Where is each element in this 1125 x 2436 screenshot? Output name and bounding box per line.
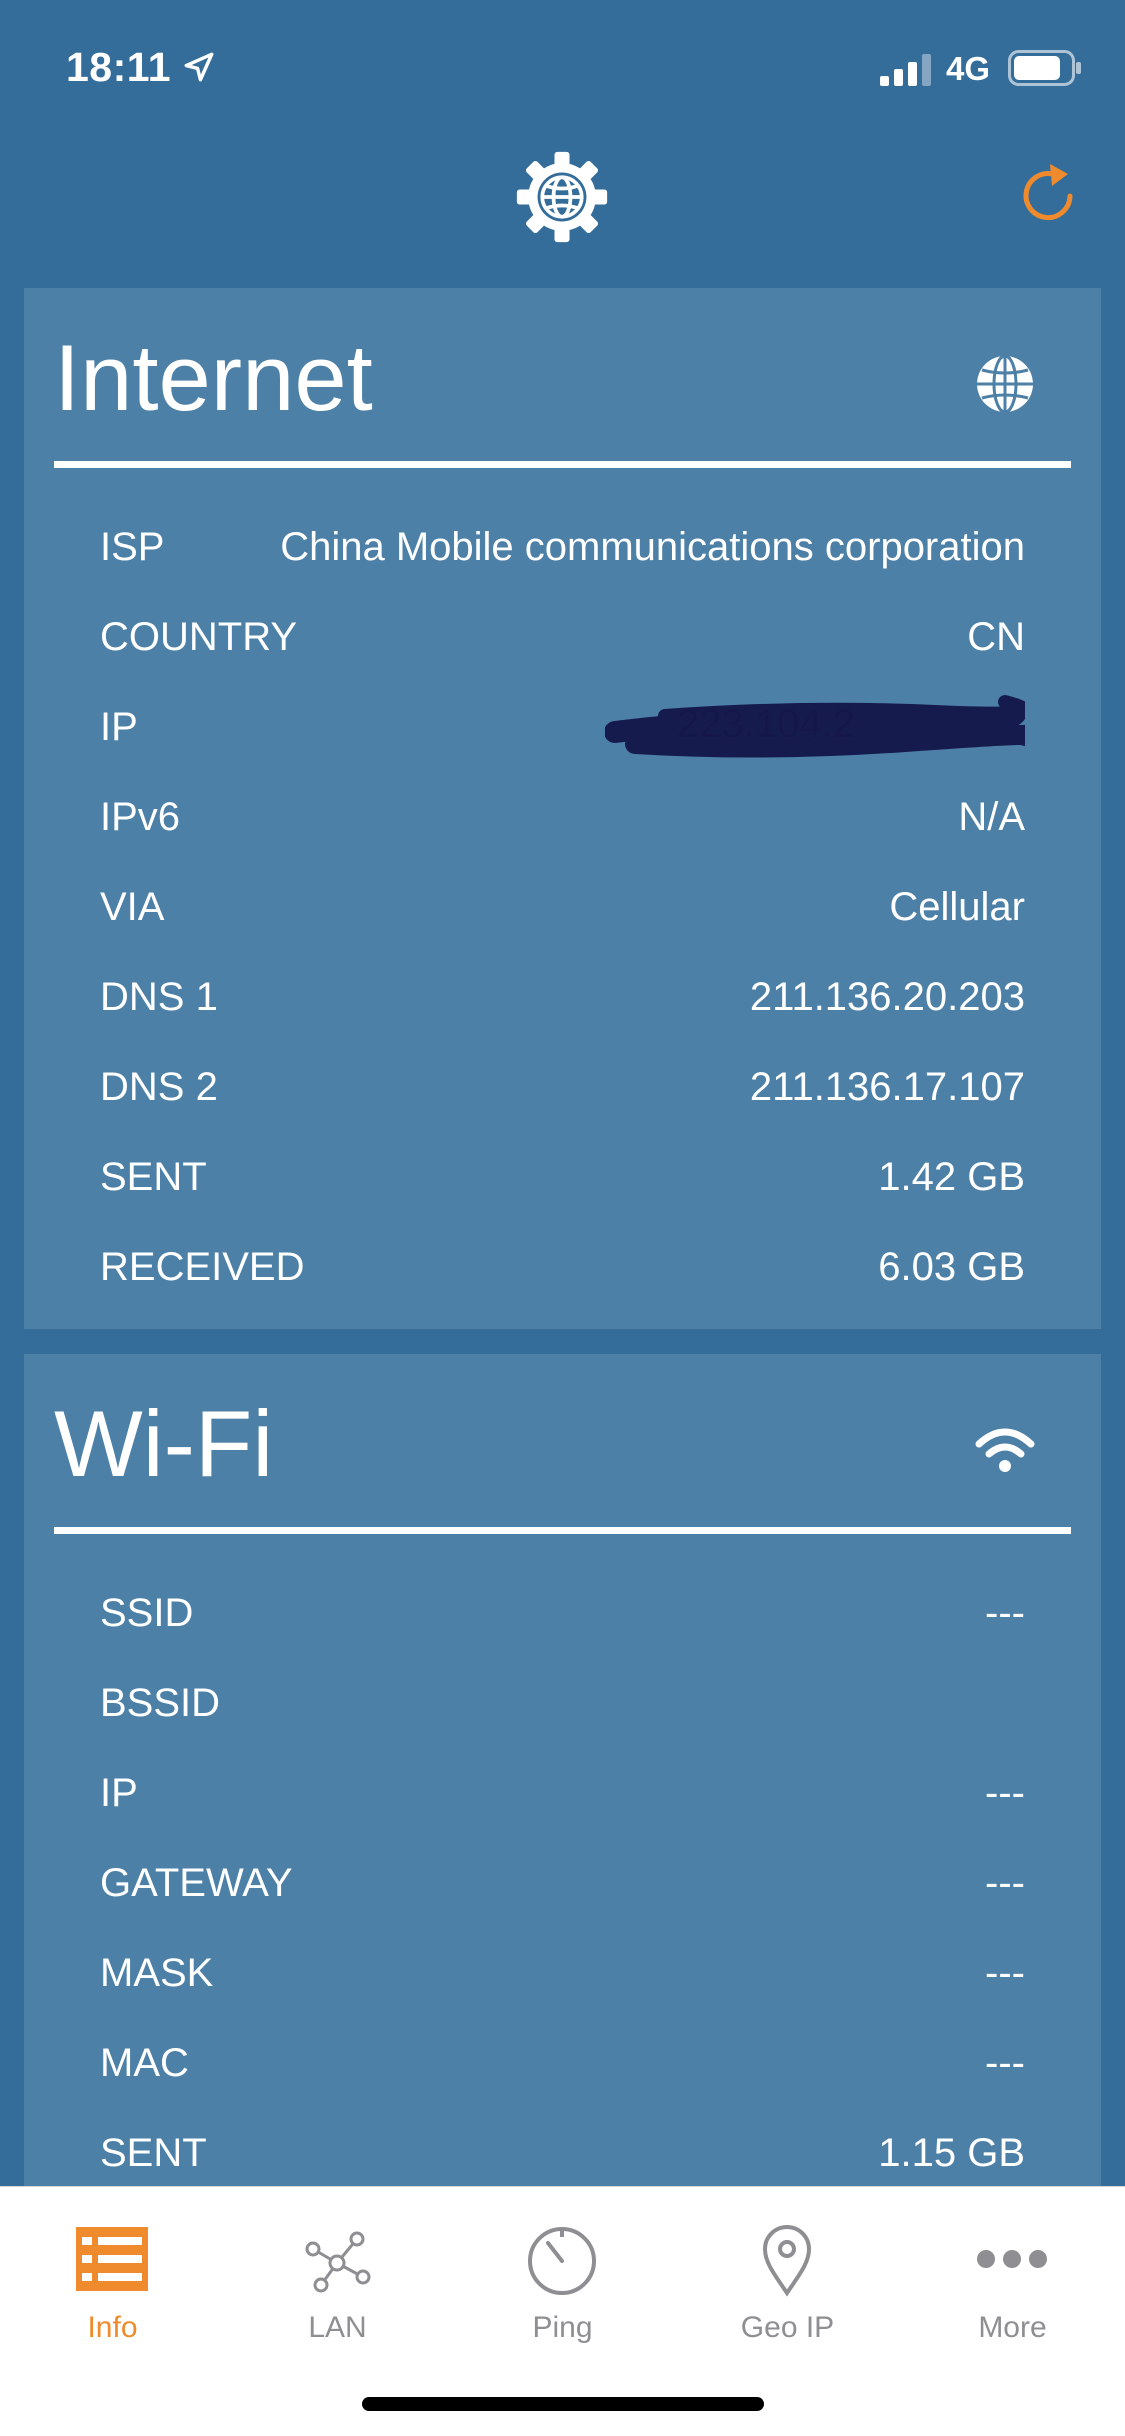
received-row: RECEIVED 6.03 GB [100, 1222, 1025, 1312]
country-value: CN [967, 614, 1025, 659]
wifi-info-list: SSID --- BSSID IP --- GATEWAY --- MASK -… [100, 1568, 1025, 2198]
wifi-title: Wi-Fi [54, 1391, 274, 1496]
mac-row: MAC --- [100, 2018, 1025, 2108]
location-pin-icon [762, 2225, 812, 2297]
isp-row: ISP China Mobile communications corporat… [100, 502, 1025, 592]
dns1-label: DNS 1 [100, 974, 218, 1019]
gauge-icon [528, 2227, 596, 2295]
sent-label: SENT [100, 1154, 207, 1199]
sent-row: SENT 1.42 GB [100, 1132, 1025, 1222]
dns2-row: DNS 2 211.136.17.107 [100, 1042, 1025, 1132]
ssid-value: --- [985, 1590, 1025, 1635]
wifi-sent-label: SENT [100, 2130, 207, 2175]
country-label: COUNTRY [100, 614, 298, 659]
wifi-ip-value: --- [985, 1770, 1025, 1815]
wifi-card: Wi-Fi SSID --- BSSID IP --- GATEWAY --- … [24, 1354, 1101, 2254]
received-value: 6.03 GB [878, 1244, 1025, 1289]
received-label: RECEIVED [100, 1244, 305, 1289]
wifi-card-header: Wi-Fi [54, 1354, 1071, 1534]
mac-value: --- [985, 2040, 1025, 2085]
tab-info-label: Info [87, 2311, 138, 2344]
dns2-value: 211.136.17.107 [749, 1064, 1025, 1109]
tab-more-label: More [978, 2311, 1047, 2344]
gateway-label: GATEWAY [100, 1860, 293, 1905]
via-value: Cellular [889, 884, 1025, 929]
ip-row: IP 223.104.2 [100, 682, 1025, 772]
ipv6-row: IPv6 N/A [100, 772, 1025, 862]
dns1-row: DNS 1 211.136.20.203 [100, 952, 1025, 1042]
tab-ping[interactable]: Ping [450, 2207, 675, 2357]
bssid-label: BSSID [100, 1680, 221, 1725]
tab-geo-ip[interactable]: Geo IP [675, 2207, 900, 2357]
ip-value-redacted: 223.104.2 [605, 692, 1025, 762]
bssid-row: BSSID [100, 1658, 1025, 1748]
status-bar: 18:11 4G [0, 0, 1125, 132]
mask-row: MASK --- [100, 1928, 1025, 2018]
home-indicator[interactable] [362, 2397, 764, 2411]
list-icon [76, 2227, 148, 2291]
via-label: VIA [100, 884, 165, 929]
ipv6-value: N/A [958, 794, 1025, 839]
tab-geo-ip-label: Geo IP [740, 2311, 835, 2344]
tab-info[interactable]: Info [0, 2207, 225, 2357]
tab-ping-label: Ping [532, 2311, 593, 2344]
dns1-value: 211.136.20.203 [749, 974, 1025, 1019]
ip-label: IP [100, 704, 138, 749]
mac-label: MAC [100, 2040, 189, 2085]
isp-value: China Mobile communications corporation [280, 524, 1025, 569]
tab-more[interactable]: More [900, 2207, 1125, 2357]
battery-icon [1008, 50, 1081, 86]
internet-card-header: Internet [54, 288, 1071, 468]
mask-value: --- [985, 1950, 1025, 1995]
internet-title: Internet [54, 325, 373, 430]
globe-icon [977, 354, 1033, 414]
mask-label: MASK [100, 1950, 214, 1995]
tab-lan-label: LAN [308, 2311, 367, 2344]
network-type: 4G [946, 50, 991, 87]
dns2-label: DNS 2 [100, 1064, 218, 1109]
wifi-sent-value: 1.15 GB [878, 2130, 1025, 2175]
wifi-ip-label: IP [100, 1770, 138, 1815]
status-time: 18:11 [66, 44, 172, 90]
network-icon [305, 2231, 371, 2293]
wifi-icon [975, 1428, 1035, 1472]
gateway-row: GATEWAY --- [100, 1838, 1025, 1928]
settings-globe-icon[interactable] [515, 150, 609, 244]
more-dots-icon [977, 2250, 1047, 2268]
redaction-scribble [605, 695, 1025, 758]
cellular-signal-icon [880, 54, 931, 86]
wifi-sent-row: SENT 1.15 GB [100, 2108, 1025, 2198]
country-row: COUNTRY CN [100, 592, 1025, 682]
ssid-row: SSID --- [100, 1568, 1025, 1658]
internet-card: Internet ISP China Mobile communications… [24, 288, 1101, 1329]
wifi-ip-row: IP --- [100, 1748, 1025, 1838]
via-row: VIA Cellular [100, 862, 1025, 952]
isp-label: ISP [100, 524, 165, 569]
internet-info-list: ISP China Mobile communications corporat… [100, 502, 1025, 1312]
location-arrow-icon [184, 52, 214, 82]
refresh-icon[interactable] [1014, 160, 1086, 232]
tab-lan[interactable]: LAN [225, 2207, 450, 2357]
ssid-label: SSID [100, 1590, 194, 1635]
gateway-value: --- [985, 1860, 1025, 1905]
sent-value: 1.42 GB [878, 1154, 1025, 1199]
ipv6-label: IPv6 [100, 794, 181, 839]
